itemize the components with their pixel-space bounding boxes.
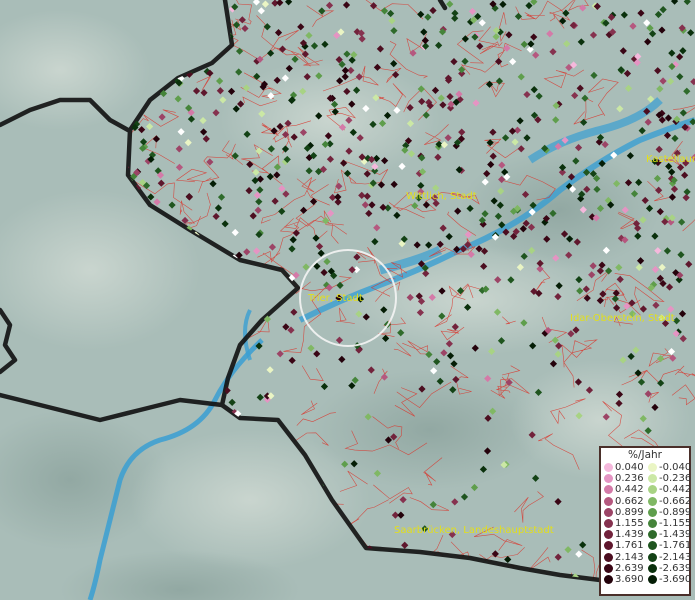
legend-swatch bbox=[604, 574, 613, 584]
legend-swatch bbox=[648, 552, 657, 562]
legend-swatch bbox=[604, 463, 613, 473]
legend-label: -0.662 bbox=[659, 495, 692, 507]
legend-row: 1.761 bbox=[601, 540, 645, 551]
legend-swatch bbox=[648, 530, 657, 540]
legend-swatch bbox=[648, 474, 657, 484]
legend-label: 0.236 bbox=[615, 473, 644, 485]
legend-label: 3.690 bbox=[615, 573, 644, 585]
legend-label: 0.899 bbox=[615, 506, 644, 518]
legend-label: -0.899 bbox=[659, 506, 692, 518]
legend-swatch bbox=[604, 530, 613, 540]
legend-row: 0.442 bbox=[601, 484, 645, 495]
legend-label: -1.439 bbox=[659, 529, 692, 541]
legend-row: -2.639 bbox=[645, 562, 692, 574]
legend-row: 1.155 bbox=[601, 518, 645, 529]
legend-row: 1.439 bbox=[601, 529, 645, 540]
legend-row: 0.040 bbox=[601, 462, 645, 473]
legend-row: 0.662 bbox=[601, 496, 645, 507]
legend-label: -3.690 bbox=[659, 573, 692, 585]
legend-row: 2.143 bbox=[601, 552, 645, 563]
legend-row: -1.439 bbox=[645, 529, 692, 541]
legend-row: -1.761 bbox=[645, 540, 692, 552]
legend-label: -0.040 bbox=[659, 462, 692, 473]
legend-row: 3.690 bbox=[601, 574, 645, 585]
legend-swatch bbox=[604, 485, 613, 495]
legend-row: 0.899 bbox=[601, 507, 645, 518]
legend-swatch bbox=[648, 519, 657, 529]
legend-label: 0.442 bbox=[615, 484, 644, 496]
legend-swatch bbox=[648, 574, 657, 584]
legend-label: -0.442 bbox=[659, 484, 692, 496]
legend-swatch bbox=[604, 496, 613, 506]
legend-negative-column: -0.040 -0.236 -0.442 -0.662 -0.899 -1.155 -1.4… bbox=[645, 462, 692, 585]
legend: %/Jahr 0.040 0.236 0.442 0.662 0.899 1.155 1.4… bbox=[599, 446, 691, 596]
legend-label: 1.761 bbox=[615, 540, 644, 552]
legend-row: -0.040 bbox=[645, 462, 692, 473]
legend-label: 2.143 bbox=[615, 551, 644, 563]
city-label-kastellaun: Kastellaun bbox=[646, 154, 695, 165]
legend-swatch bbox=[648, 563, 657, 573]
legend-swatch bbox=[604, 541, 613, 551]
legend-row: -0.442 bbox=[645, 484, 692, 496]
legend-row: -3.690 bbox=[645, 573, 692, 585]
legend-label: -1.761 bbox=[659, 540, 692, 552]
legend-title: %/Jahr bbox=[627, 449, 663, 461]
legend-label: -2.639 bbox=[659, 562, 692, 574]
legend-label: -2.143 bbox=[659, 551, 692, 563]
legend-swatch bbox=[604, 507, 613, 517]
city-label-saarbruecken: Saarbrücken, Landeshauptstadt bbox=[394, 525, 554, 536]
legend-swatch bbox=[648, 463, 657, 473]
legend-swatch bbox=[648, 496, 657, 506]
legend-row: -2.143 bbox=[645, 551, 692, 563]
legend-swatch bbox=[648, 541, 657, 551]
city-label-idar-oberstein: Idar-Oberstein, Stadt bbox=[570, 313, 675, 324]
legend-row: -1.155 bbox=[645, 517, 692, 529]
city-label-wittlich: Wittlich, Stadt bbox=[406, 191, 477, 202]
legend-row: -0.236 bbox=[645, 473, 692, 485]
legend-label: 0.040 bbox=[615, 462, 644, 473]
legend-label: 2.639 bbox=[615, 562, 644, 574]
legend-positive-column: 0.040 0.236 0.442 0.662 0.899 1.155 1.439 1.761… bbox=[601, 462, 645, 585]
legend-label: -0.236 bbox=[659, 473, 692, 485]
legend-label: 1.439 bbox=[615, 529, 644, 541]
legend-row: 0.236 bbox=[601, 473, 645, 484]
legend-swatch bbox=[648, 485, 657, 495]
legend-row: 2.639 bbox=[601, 563, 645, 574]
legend-swatch bbox=[604, 552, 613, 562]
legend-label: -1.155 bbox=[659, 517, 692, 529]
legend-swatch bbox=[648, 507, 657, 517]
legend-swatch bbox=[604, 519, 613, 529]
legend-label: 1.155 bbox=[615, 517, 644, 529]
legend-swatch bbox=[604, 474, 613, 484]
legend-label: 0.662 bbox=[615, 495, 644, 507]
legend-swatch bbox=[604, 563, 613, 573]
legend-row: -0.662 bbox=[645, 495, 692, 507]
map-canvas[interactable]: Wittlich, Stadt Kastellaun Trier, Stadt … bbox=[0, 0, 695, 600]
legend-row: -0.899 bbox=[645, 506, 692, 518]
city-label-trier: Trier, Stadt bbox=[307, 293, 363, 304]
